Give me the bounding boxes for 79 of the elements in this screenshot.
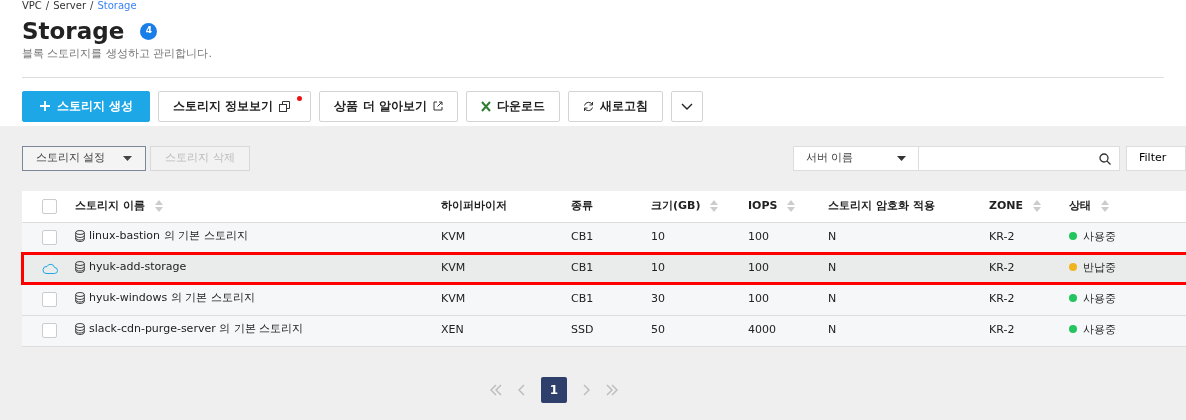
table-cell: 50: [651, 323, 665, 337]
column-header: 스토리지 이름: [75, 199, 145, 212]
table-cell: 30: [651, 292, 665, 306]
table-cell: KR-2: [989, 230, 1015, 244]
page-button[interactable]: 1: [541, 376, 567, 403]
table-cell: N: [828, 230, 837, 244]
row-checkbox[interactable]: [42, 322, 57, 338]
settings-dropdown[interactable]: 스토리지 설정: [22, 146, 146, 171]
breadcrumb-separator: /: [90, 0, 94, 12]
breadcrumb-link[interactable]: Storage: [97, 0, 137, 12]
excel-icon: [480, 100, 491, 112]
column-header: 크기(GB): [651, 199, 701, 212]
caret-icon: [897, 156, 906, 161]
search-field[interactable]: 서버 이름: [793, 146, 1120, 171]
copy-icon: [279, 100, 291, 112]
table-cell: 100: [748, 292, 769, 306]
storage-name: linux-bastion 의 기본 스토리지: [89, 227, 248, 244]
database-icon: [75, 260, 85, 273]
status-text: 사용중: [1083, 292, 1116, 306]
table-cell: N: [828, 323, 837, 337]
table-cell: CB1: [571, 292, 594, 306]
breadcrumb-link[interactable]: VPC: [22, 0, 42, 12]
last-page-icon: [606, 383, 618, 396]
column-header: 상태: [1069, 199, 1091, 212]
refresh-icon: [582, 100, 594, 112]
plus-icon: [39, 100, 51, 112]
table-cell: 4000: [748, 323, 776, 337]
external-link-icon: [432, 101, 443, 111]
previous-page-icon: [518, 383, 525, 396]
table-cell: CB1: [571, 261, 594, 275]
status-text: 반납중: [1083, 261, 1116, 275]
database-icon: [75, 291, 85, 304]
breadcrumb-separator: /: [45, 0, 50, 12]
more-button[interactable]: [670, 90, 703, 122]
table-cell: KVM: [441, 292, 466, 306]
table-cell: SSD: [571, 323, 594, 337]
database-icon: [75, 322, 85, 335]
table-cell: KVM: [441, 230, 466, 244]
select-all-checkbox[interactable]: [42, 198, 57, 214]
cloud-icon: [42, 262, 58, 274]
count-badge: 4: [140, 22, 158, 40]
chevron-down-icon: [680, 102, 693, 110]
table-cell: 10: [651, 230, 665, 244]
table-cell: N: [828, 261, 837, 275]
table-cell: XEN: [441, 323, 464, 337]
column-header: 스토리지 암호화 적용: [828, 199, 935, 212]
column-header: IOPS: [748, 199, 778, 212]
action-button[interactable]: 상품 더 알아보기: [319, 90, 458, 122]
first-page-icon: [490, 383, 502, 396]
table-cell: N: [828, 292, 837, 306]
column-header: 종류: [571, 199, 593, 212]
action-button[interactable]: 다운로드: [465, 90, 560, 122]
status-text: 사용중: [1083, 323, 1116, 337]
table-cell: 100: [748, 261, 769, 275]
storage-name: hyuk-add-storage: [89, 258, 187, 275]
column-header: ZONE: [989, 199, 1024, 212]
row-checkbox[interactable]: [42, 229, 57, 245]
next-page-icon: [583, 383, 590, 396]
table-cell: KVM: [441, 261, 466, 275]
filter-button[interactable]: Filter: [1126, 146, 1186, 171]
table-cell: KR-2: [989, 323, 1015, 337]
action-button[interactable]: 스토리지 정보보기: [158, 90, 312, 122]
table-cell: 10: [651, 261, 665, 275]
database-icon: [75, 229, 85, 242]
status-text: 사용중: [1083, 230, 1116, 244]
table-cell: KR-2: [989, 261, 1015, 275]
action-button[interactable]: 새로고침: [567, 90, 663, 122]
caret-icon: [123, 156, 133, 161]
table-cell: 100: [748, 230, 769, 244]
table-cell: CB1: [571, 230, 594, 244]
storage-name: hyuk-windows 의 기본 스토리지: [89, 289, 255, 306]
table-cell: KR-2: [989, 292, 1015, 306]
search-icon: [1099, 152, 1111, 165]
storage-name: slack-cdn-purge-server 의 기본 스토리지: [89, 320, 304, 337]
column-header: 하이퍼바이저: [441, 199, 507, 212]
breadcrumb-link[interactable]: Server: [53, 0, 87, 12]
row-checkbox[interactable]: [42, 291, 57, 307]
page-description: 블록 스토리지를 생성하고 관리합니다.: [22, 46, 213, 62]
page-title: Storage: [22, 17, 125, 46]
